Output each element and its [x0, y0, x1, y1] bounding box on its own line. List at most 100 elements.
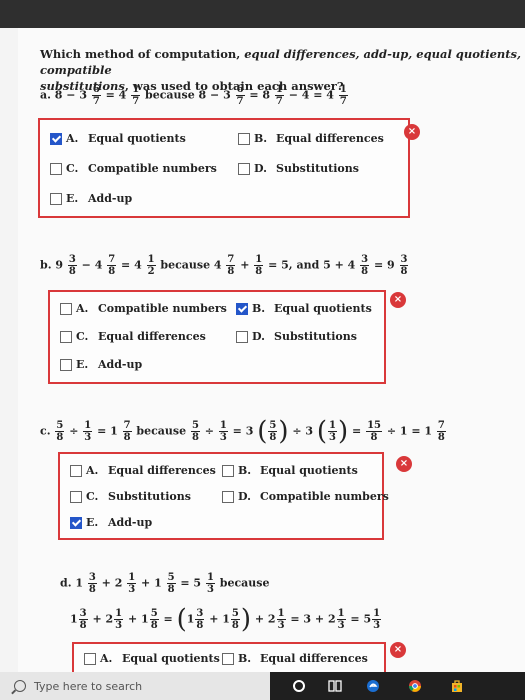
choice-a-A[interactable]: A. Equal quotients	[50, 132, 186, 145]
expr-text: 1	[70, 612, 78, 626]
choice-letter: C.	[86, 490, 99, 503]
problem-d: d. 1 38 + 2 13 + 1 58 = 5 13 because	[60, 572, 269, 595]
denominator: 3	[337, 620, 345, 631]
choice-label: Equal differences	[260, 652, 368, 665]
checkbox[interactable]	[60, 358, 72, 371]
edge-icon[interactable]	[366, 679, 380, 693]
denominator: 8	[361, 266, 369, 277]
checkbox[interactable]	[222, 490, 234, 503]
numerator: 6	[91, 84, 101, 96]
checkbox[interactable]	[222, 652, 234, 665]
checkbox[interactable]	[222, 464, 234, 477]
fraction: 38	[399, 254, 409, 277]
fraction: 38	[87, 572, 97, 595]
denominator: 3	[115, 620, 123, 631]
store-icon[interactable]	[450, 679, 464, 693]
choice-label: Equal quotients	[122, 652, 220, 665]
choice-c-E[interactable]: E. Add-up	[70, 516, 152, 529]
search-icon[interactable]	[14, 680, 26, 692]
checkbox[interactable]	[236, 330, 248, 343]
checkbox[interactable]	[236, 302, 248, 315]
choice-a-E[interactable]: E. Add-up	[50, 192, 132, 205]
cortana-icon[interactable]	[292, 679, 306, 693]
expr-text: − 4	[81, 258, 103, 272]
choice-a-D[interactable]: D. Substitutions	[238, 162, 359, 175]
choice-letter: B.	[254, 132, 268, 145]
choice-c-C[interactable]: C. Substitutions	[70, 490, 191, 503]
numerator: 1	[205, 572, 215, 584]
choice-b-E[interactable]: E. Add-up	[60, 358, 142, 371]
checkbox[interactable]	[70, 490, 82, 503]
choice-label: Equal differences	[108, 464, 216, 477]
expr-text: ÷	[69, 424, 79, 438]
denominator: 8	[88, 584, 96, 595]
expr-text: = 3 + 2	[290, 612, 336, 626]
choices-d: A. Equal quotients B. Equal differences	[72, 642, 386, 672]
task-view-icon[interactable]	[328, 679, 342, 693]
choice-b-A[interactable]: A. Compatible numbers	[60, 302, 227, 315]
search-input[interactable]: Type here to search	[34, 680, 142, 693]
fraction: 13	[127, 572, 137, 595]
numerator: 5	[268, 420, 278, 432]
denominator: 3	[277, 620, 285, 631]
taskbar: Type here to search	[0, 672, 525, 700]
checkbox[interactable]	[70, 464, 82, 477]
checkbox[interactable]	[50, 132, 62, 145]
choice-b-B[interactable]: B. Equal quotients	[236, 302, 372, 315]
expr-text: =	[163, 612, 173, 626]
choice-b-C[interactable]: C. Equal differences	[60, 330, 206, 343]
numerator: 1	[131, 84, 141, 96]
denominator: 8	[56, 432, 64, 443]
choice-c-B[interactable]: B. Equal quotients	[222, 464, 358, 477]
expr-text: = 5, and 5 + 4	[268, 258, 356, 272]
choice-b-D[interactable]: D. Substitutions	[236, 330, 357, 343]
numerator: 1	[276, 608, 286, 620]
choice-label: Add-up	[108, 516, 153, 529]
choice-label: Equal quotients	[260, 464, 358, 477]
checkbox[interactable]	[70, 516, 82, 529]
denominator: 2	[147, 266, 155, 277]
choice-a-B[interactable]: B. Equal differences	[238, 132, 384, 145]
numerator: 1	[254, 254, 264, 266]
choice-a-C[interactable]: C. Compatible numbers	[50, 162, 217, 175]
expr-text: + 1	[127, 612, 149, 626]
choice-c-A[interactable]: A. Equal differences	[70, 464, 216, 477]
expr-text: 1	[186, 612, 195, 626]
numerator: 3	[67, 254, 77, 266]
checkbox[interactable]	[50, 192, 62, 205]
denominator: 8	[196, 620, 204, 631]
choice-letter: A.	[66, 132, 79, 145]
checkbox[interactable]	[238, 162, 250, 175]
chrome-icon[interactable]	[408, 679, 422, 693]
expr-text: = 9	[373, 258, 395, 272]
checkbox[interactable]	[84, 652, 96, 665]
page: Which method of computation, equal diffe…	[0, 0, 525, 672]
paren: )	[338, 416, 349, 447]
choice-letter: B.	[252, 302, 266, 315]
expr-text: = 4	[105, 88, 127, 102]
fraction: 67	[91, 84, 101, 107]
incorrect-icon: ×	[396, 456, 412, 472]
fraction: 12	[146, 254, 156, 277]
denominator: 8	[370, 432, 378, 443]
choice-label: Substitutions	[274, 330, 357, 343]
numerator: 15	[366, 420, 382, 432]
checkbox[interactable]	[50, 162, 62, 175]
choice-d-A[interactable]: A. Equal quotients	[84, 652, 220, 665]
denominator: 8	[231, 620, 239, 631]
denominator: 3	[219, 432, 227, 443]
choice-c-D[interactable]: D. Compatible numbers	[222, 490, 389, 503]
numerator: 7	[436, 420, 446, 432]
taskbar-search[interactable]: Type here to search	[0, 672, 270, 700]
fraction: 38	[78, 608, 88, 631]
expr-text: ÷	[204, 424, 215, 438]
numerator: 5	[230, 608, 240, 620]
checkbox[interactable]	[60, 302, 72, 315]
fraction: 38	[195, 608, 205, 631]
expr-text: because	[136, 424, 187, 438]
choice-d-B[interactable]: B. Equal differences	[222, 652, 368, 665]
checkbox[interactable]	[60, 330, 72, 343]
numerator: 5	[166, 572, 176, 584]
fraction: 17	[274, 84, 284, 107]
checkbox[interactable]	[238, 132, 250, 145]
